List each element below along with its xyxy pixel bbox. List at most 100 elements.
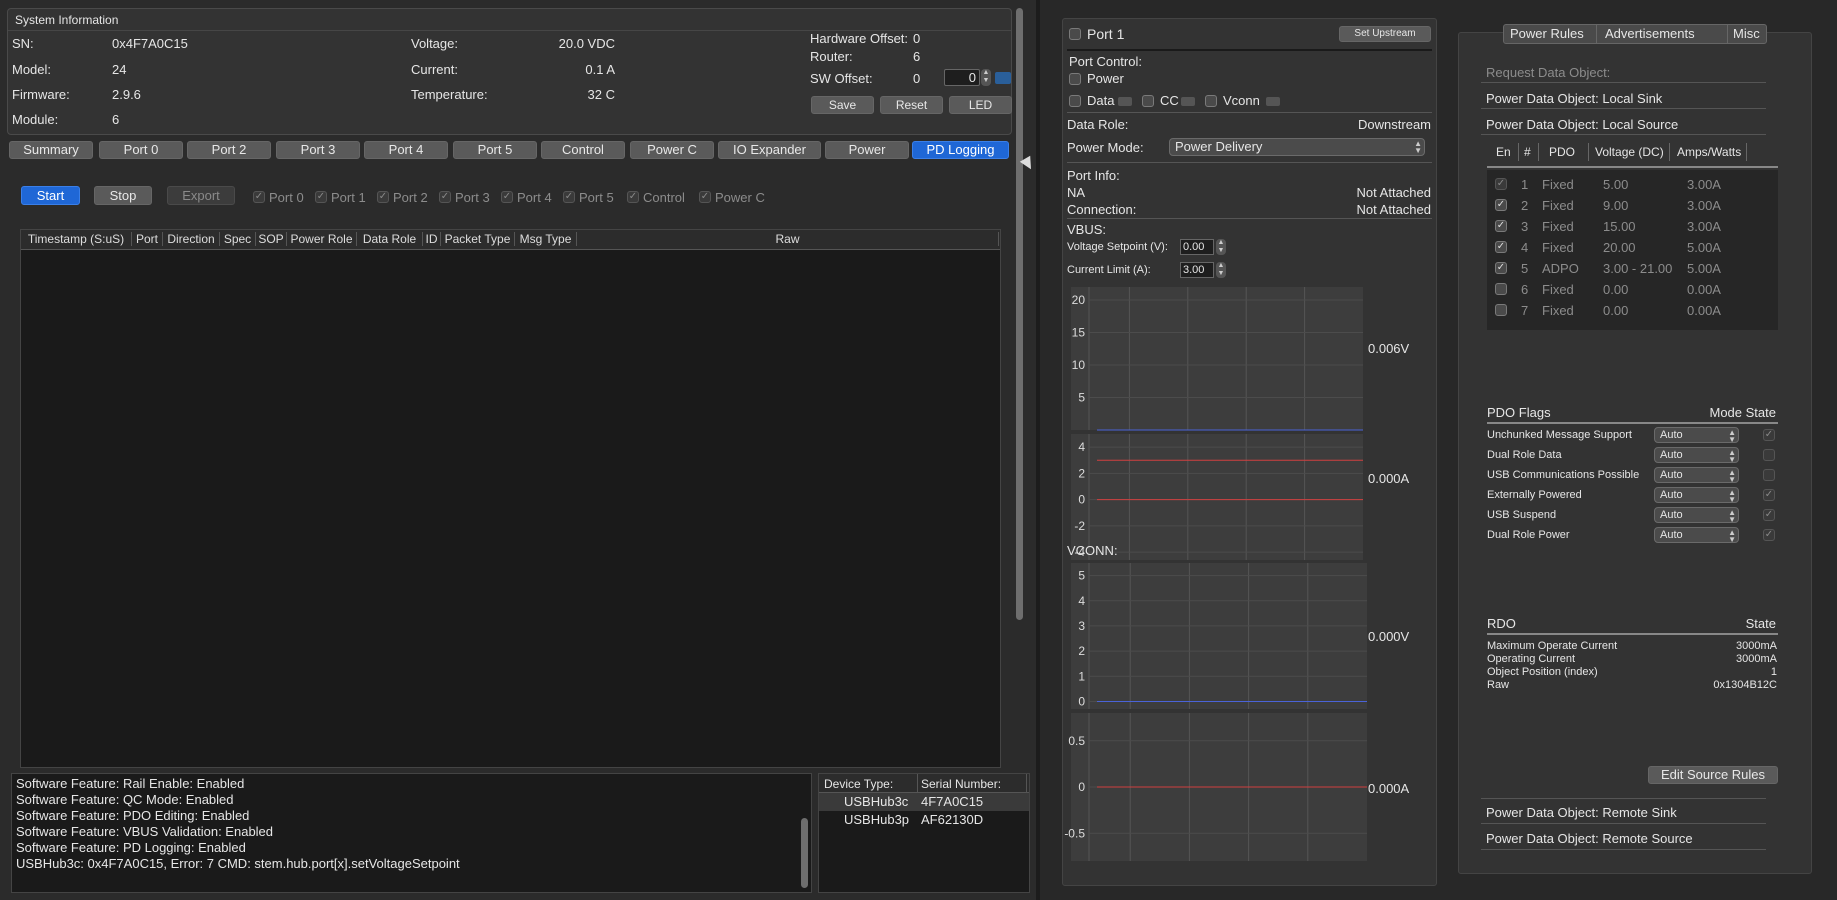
col-en: En (1496, 145, 1511, 159)
cc-info-icon[interactable] (1181, 97, 1195, 106)
pdo-enable-checkbox[interactable]: ✓ (1495, 241, 1507, 253)
tab-port-3[interactable]: Port 3 (276, 141, 360, 159)
export-button[interactable]: Export (167, 186, 235, 205)
power-checkbox[interactable] (1069, 73, 1081, 85)
flag-state-checkbox[interactable]: ✓ (1763, 529, 1775, 541)
led-button[interactable]: LED (949, 96, 1012, 114)
console-scrollbar[interactable] (801, 818, 808, 888)
local-source-header[interactable]: Power Data Object: Local Source (1486, 117, 1678, 132)
col-device-type[interactable]: Device Type: (824, 777, 893, 791)
flag-state-checkbox[interactable] (1763, 449, 1775, 461)
flag-mode-select[interactable]: Auto ▲ ▼ (1654, 447, 1739, 464)
flag-state-checkbox[interactable]: ✓ (1763, 429, 1775, 441)
pdo-row[interactable]: ✓ 2 Fixed 9.00 3.00A (1487, 196, 1778, 216)
tab-power-rules[interactable]: Power Rules (1510, 26, 1584, 41)
pdo-num: 2 (1521, 198, 1529, 213)
filter-control-checkbox[interactable]: ✓ (627, 191, 639, 203)
vconn-info-icon[interactable] (1266, 97, 1280, 106)
col-serial-number[interactable]: Serial Number: (921, 777, 1001, 791)
console-log[interactable]: Software Feature: Rail Enable: Enabled S… (11, 773, 812, 893)
filter-port-2-checkbox[interactable]: ✓ (377, 191, 389, 203)
col-packet-type[interactable]: Packet Type (441, 232, 515, 246)
flag-state-checkbox[interactable]: ✓ (1763, 489, 1775, 501)
vconn-checkbox[interactable] (1205, 95, 1217, 107)
tab-advertisements[interactable]: Advertisements (1605, 26, 1695, 41)
filter-port-3-checkbox[interactable]: ✓ (439, 191, 451, 203)
tab-misc[interactable]: Misc (1733, 26, 1760, 41)
filter-power-c-checkbox[interactable]: ✓ (699, 191, 711, 203)
pdo-row[interactable]: ✓ 1 Fixed 5.00 3.00A (1487, 175, 1778, 195)
tab-power[interactable]: Power (825, 141, 909, 159)
col-num: # (1524, 145, 1531, 159)
filter-port-5-checkbox[interactable]: ✓ (563, 191, 575, 203)
col-id[interactable]: ID (423, 232, 441, 246)
flag-mode-select[interactable]: Auto ▲ ▼ (1654, 467, 1739, 484)
stop-button[interactable]: Stop (94, 186, 152, 205)
voltage-setpoint-input[interactable]: 0.00 (1180, 239, 1214, 255)
flag-state-checkbox[interactable] (1763, 469, 1775, 481)
sw-offset-input[interactable]: 0 (944, 69, 980, 86)
flag-mode-select[interactable]: Auto ▲ ▼ (1654, 427, 1739, 444)
pdo-enable-checkbox[interactable]: ✓ (1495, 220, 1507, 232)
filter-port-0-checkbox[interactable]: ✓ (253, 191, 265, 203)
tab-port-4[interactable]: Port 4 (364, 141, 448, 159)
local-sink-header[interactable]: Power Data Object: Local Sink (1486, 91, 1662, 106)
main-scrollbar[interactable] (1016, 8, 1023, 620)
col-spec[interactable]: Spec (220, 232, 256, 246)
remote-source-header[interactable]: Power Data Object: Remote Source (1486, 831, 1693, 846)
tab-port-2[interactable]: Port 2 (187, 141, 271, 159)
col-raw[interactable]: Raw (577, 232, 999, 246)
device-list[interactable]: Device Type: Serial Number: USBHub3c 4F7… (818, 773, 1030, 893)
flag-mode-select[interactable]: Auto ▲ ▼ (1654, 487, 1739, 504)
col-power-role[interactable]: Power Role (287, 232, 357, 246)
tab-power-c[interactable]: Power C (630, 141, 714, 159)
pdo-enable-checkbox[interactable]: ✓ (1495, 262, 1507, 274)
window-divider[interactable] (1036, 0, 1040, 900)
data-info-icon[interactable] (1118, 97, 1132, 106)
port-1-enable-checkbox[interactable] (1069, 28, 1081, 40)
pdo-row[interactable]: ✓ 3 Fixed 15.00 3.00A (1487, 217, 1778, 237)
sw-offset-stepper[interactable]: ▲ ▼ (981, 69, 991, 86)
tab-summary[interactable]: Summary (9, 141, 93, 159)
reset-button[interactable]: Reset (880, 96, 943, 114)
save-button[interactable]: Save (811, 96, 874, 114)
pdo-enable-checkbox[interactable] (1495, 304, 1507, 316)
data-checkbox[interactable] (1069, 95, 1081, 107)
col-direction[interactable]: Direction (163, 232, 220, 246)
remote-sink-header[interactable]: Power Data Object: Remote Sink (1486, 805, 1677, 820)
col-msg-type[interactable]: Msg Type (515, 232, 577, 246)
pdo-row[interactable]: 7 Fixed 0.00 0.00A (1487, 301, 1778, 321)
filter-port-4-checkbox[interactable]: ✓ (501, 191, 513, 203)
pdo-row[interactable]: ✓ 5 ADPO 3.00 - 21.00 5.00A (1487, 259, 1778, 279)
flag-state-checkbox[interactable]: ✓ (1763, 509, 1775, 521)
pdo-row[interactable]: 6 Fixed 0.00 0.00A (1487, 280, 1778, 300)
start-button[interactable]: Start (21, 186, 80, 205)
cc-checkbox[interactable] (1142, 95, 1154, 107)
flag-mode-select[interactable]: Auto ▲ ▼ (1654, 527, 1739, 544)
voltage-setpoint-stepper[interactable]: ▲ ▼ (1216, 239, 1226, 255)
col-sop[interactable]: SOP (256, 232, 287, 246)
power-mode-select[interactable]: Power Delivery ▲ ▼ (1169, 138, 1425, 156)
pdo-enable-checkbox[interactable] (1495, 283, 1507, 295)
edit-source-rules-button[interactable]: Edit Source Rules (1648, 766, 1778, 784)
flag-mode-select[interactable]: Auto ▲ ▼ (1654, 507, 1739, 524)
tab-io-expander[interactable]: IO Expander (718, 141, 821, 159)
tab-port-0[interactable]: Port 0 (99, 141, 183, 159)
set-upstream-button[interactable]: Set Upstream (1339, 26, 1431, 42)
current-limit-input[interactable]: 3.00 (1180, 262, 1214, 278)
refresh-icon[interactable] (995, 72, 1011, 84)
pdo-enable-checkbox[interactable]: ✓ (1495, 178, 1507, 190)
pdo-row[interactable]: ✓ 4 Fixed 20.00 5.00A (1487, 238, 1778, 258)
tab-control[interactable]: Control (541, 141, 625, 159)
filter-port-1-checkbox[interactable]: ✓ (315, 191, 327, 203)
chevron-updown-icon: ▲ ▼ (1728, 468, 1736, 484)
pd-log-table[interactable]: Timestamp (S:uS) Port Direction Spec SOP… (20, 229, 1001, 768)
col-port[interactable]: Port (132, 232, 163, 246)
col-data-role[interactable]: Data Role (357, 232, 423, 246)
tab-pd-logging[interactable]: PD Logging (912, 141, 1009, 159)
tab-port-5[interactable]: Port 5 (453, 141, 537, 159)
pdo-enable-checkbox[interactable]: ✓ (1495, 199, 1507, 211)
request-data-object-header[interactable]: Request Data Object: (1486, 65, 1610, 80)
col-timestamp[interactable]: Timestamp (S:uS) (21, 232, 132, 246)
current-limit-stepper[interactable]: ▲ ▼ (1216, 262, 1226, 278)
